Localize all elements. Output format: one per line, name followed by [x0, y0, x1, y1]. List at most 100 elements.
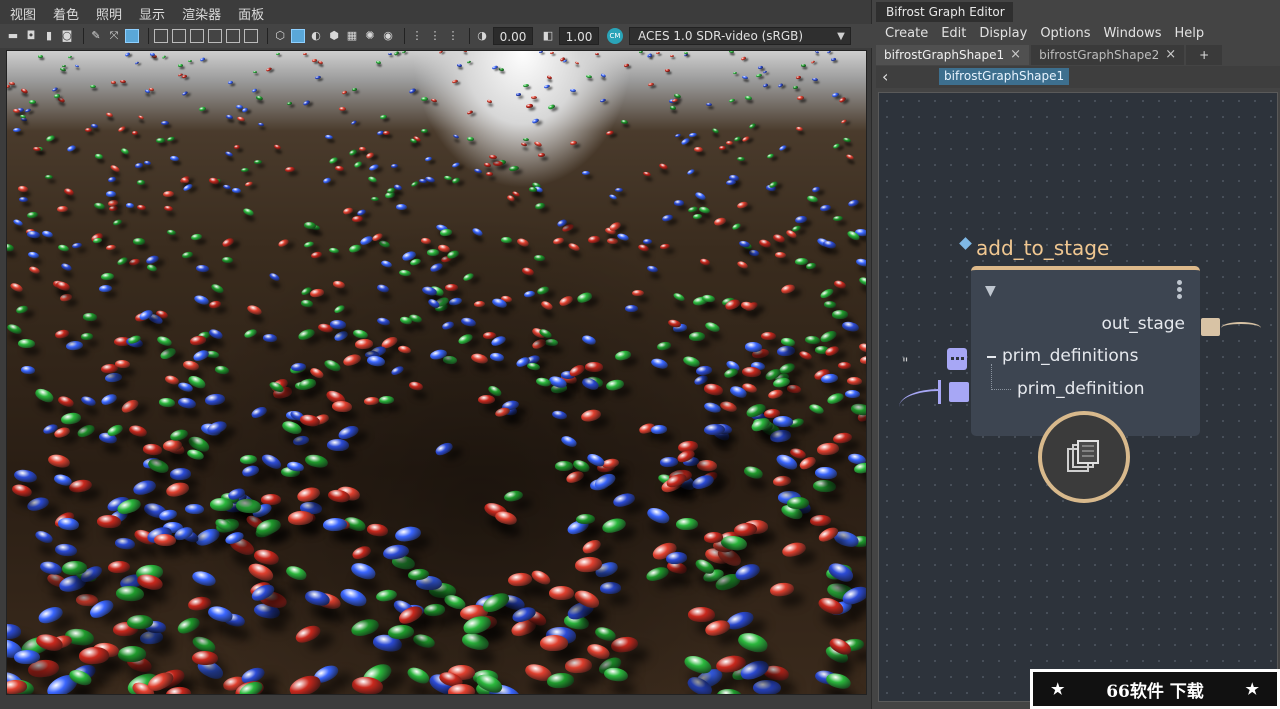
star-icon: ★ [1051, 680, 1065, 698]
fish-instance [631, 289, 644, 297]
fish-instance [845, 389, 861, 399]
grid-toggle-icon[interactable] [125, 29, 139, 43]
safe-title-icon[interactable] [244, 29, 258, 43]
fish-instance [80, 332, 94, 340]
film-gate-icon[interactable] [154, 29, 168, 43]
collapse-dash-icon[interactable] [987, 356, 996, 358]
fish-instance [687, 606, 716, 622]
view-transform-dropdown[interactable]: ACES 1.0 SDR-video (sRGB) ▼ [629, 27, 851, 45]
resolution-gate-icon[interactable] [172, 29, 186, 43]
collapse-triangle-icon[interactable]: ▼ [985, 283, 996, 299]
toolbar-divider [404, 28, 405, 44]
2d-pan-zoom-icon[interactable]: ⤧ [107, 29, 121, 43]
menu-shading[interactable]: 着色 [53, 4, 79, 23]
close-icon[interactable]: × [1165, 45, 1176, 65]
menu-view[interactable]: 视图 [10, 4, 36, 23]
fish-instance [537, 152, 545, 157]
shadows-icon[interactable]: ◉ [381, 29, 395, 43]
wireframe-on-shaded-icon[interactable]: ⬢ [327, 29, 341, 43]
menu-display[interactable]: Display [979, 26, 1027, 41]
camera-icon[interactable]: ▬ [6, 29, 20, 43]
add-tab-button[interactable]: + [1186, 45, 1223, 65]
usd-stage-badge[interactable] [1038, 411, 1130, 503]
prim-definition-port[interactable] [949, 382, 969, 402]
fish-instance [161, 120, 169, 125]
exposure-icon[interactable]: ◑ [475, 29, 489, 43]
default-material-icon[interactable]: ◐ [309, 29, 323, 43]
gamma-icon[interactable]: ◧ [541, 29, 555, 43]
fish-instance [664, 68, 670, 72]
field-chart-icon[interactable] [208, 29, 222, 43]
prim-definitions-array-port[interactable] [947, 348, 967, 370]
back-arrow-icon[interactable]: ‹ [882, 68, 902, 86]
tab-bifrostgraphshape2[interactable]: bifrostGraphShape2 × [1031, 45, 1185, 65]
fish-instance [796, 95, 804, 101]
fish-instance [19, 113, 26, 119]
wireframe-icon[interactable]: ⬡ [273, 29, 287, 43]
xray-joints-icon[interactable]: ⋮ [428, 29, 442, 43]
smooth-shade-icon[interactable] [291, 29, 305, 43]
breadcrumb[interactable]: bifrostGraphShape1 [939, 68, 1070, 85]
menu-help[interactable]: Help [1175, 26, 1205, 41]
graph-tab-bar: bifrostGraphShape1 × bifrostGraphShape2 … [876, 45, 1280, 65]
window-title: Bifrost Graph Editor [876, 2, 1013, 22]
graph-canvas[interactable]: add_to_stage ▼ out_stage prim_definition… [878, 92, 1278, 702]
port-label-prim-definition: prim_definition [1017, 379, 1145, 399]
menu-panels[interactable]: 面板 [238, 4, 264, 23]
menu-renderer[interactable]: 渲染器 [182, 4, 221, 23]
fish-instance [831, 309, 848, 319]
node-menu-icon[interactable] [1176, 280, 1182, 301]
grease-pencil-icon[interactable]: ✎ [89, 29, 103, 43]
fish-instance [528, 186, 538, 193]
fish-instance [534, 254, 546, 262]
use-all-lights-icon[interactable]: ✺ [363, 29, 377, 43]
fish-instance [581, 170, 590, 176]
image-plane-icon[interactable]: ◙ [60, 29, 74, 43]
fish-instance [539, 634, 569, 651]
fish-instance [554, 460, 574, 471]
viewport-menubar: 视图 着色 照明 显示 渲染器 面板 [0, 2, 872, 24]
fish-instance [45, 174, 54, 179]
camera-attributes-icon[interactable]: ◘ [24, 29, 38, 43]
fish-instance [395, 204, 407, 211]
gamma-field[interactable]: 1.00 [559, 27, 599, 45]
3d-viewport-scene[interactable] [6, 50, 867, 695]
fish-instance [90, 123, 98, 129]
quote-mark: " [902, 356, 909, 372]
fish-instance [311, 58, 318, 62]
tab-bifrostgraphshape1[interactable]: bifrostGraphShape1 × [876, 45, 1030, 65]
fish-instance [287, 510, 313, 526]
out-stage-port[interactable] [1201, 318, 1220, 336]
menu-windows[interactable]: Windows [1103, 26, 1161, 41]
xray-icon[interactable]: ⋮ [410, 29, 424, 43]
tree-connector [991, 364, 1011, 390]
fish-instance [233, 144, 241, 149]
menu-lighting[interactable]: 照明 [96, 4, 122, 23]
node-type-diamond-icon [959, 237, 972, 250]
fish-instance [696, 459, 717, 472]
menu-options[interactable]: Options [1040, 26, 1090, 41]
ocio-toggle-icon[interactable]: CM [607, 28, 623, 44]
fish-instance [358, 146, 366, 151]
fish-instance [132, 238, 145, 245]
node-title[interactable]: add_to_stage [976, 236, 1109, 260]
fish-instance [209, 498, 234, 512]
viewport-toolbar: ▬ ◘ ▮ ◙ ✎ ⤧ ⬡ ◐ ⬢ ▦ ✺ ◉ ⋮ ⋮ ⋮ ◑ 0.00 ◧ 1… [0, 24, 872, 48]
safe-action-icon[interactable] [226, 29, 240, 43]
bookmark-icon[interactable]: ▮ [42, 29, 56, 43]
fish-instance [548, 586, 575, 601]
gate-mask-icon[interactable] [190, 29, 204, 43]
fish-instance [811, 77, 819, 82]
fish-instance [675, 517, 698, 531]
fish-instance [56, 205, 68, 212]
menu-edit[interactable]: Edit [941, 26, 966, 41]
fish-instance [744, 95, 752, 100]
isolate-select-icon[interactable]: ⋮ [446, 29, 460, 43]
menu-create[interactable]: Create [885, 26, 928, 41]
exposure-field[interactable]: 0.00 [493, 27, 533, 45]
textured-icon[interactable]: ▦ [345, 29, 359, 43]
fish-instance [131, 131, 139, 135]
menu-show[interactable]: 显示 [139, 4, 165, 23]
close-icon[interactable]: × [1010, 45, 1021, 65]
fish-instance [106, 190, 117, 197]
